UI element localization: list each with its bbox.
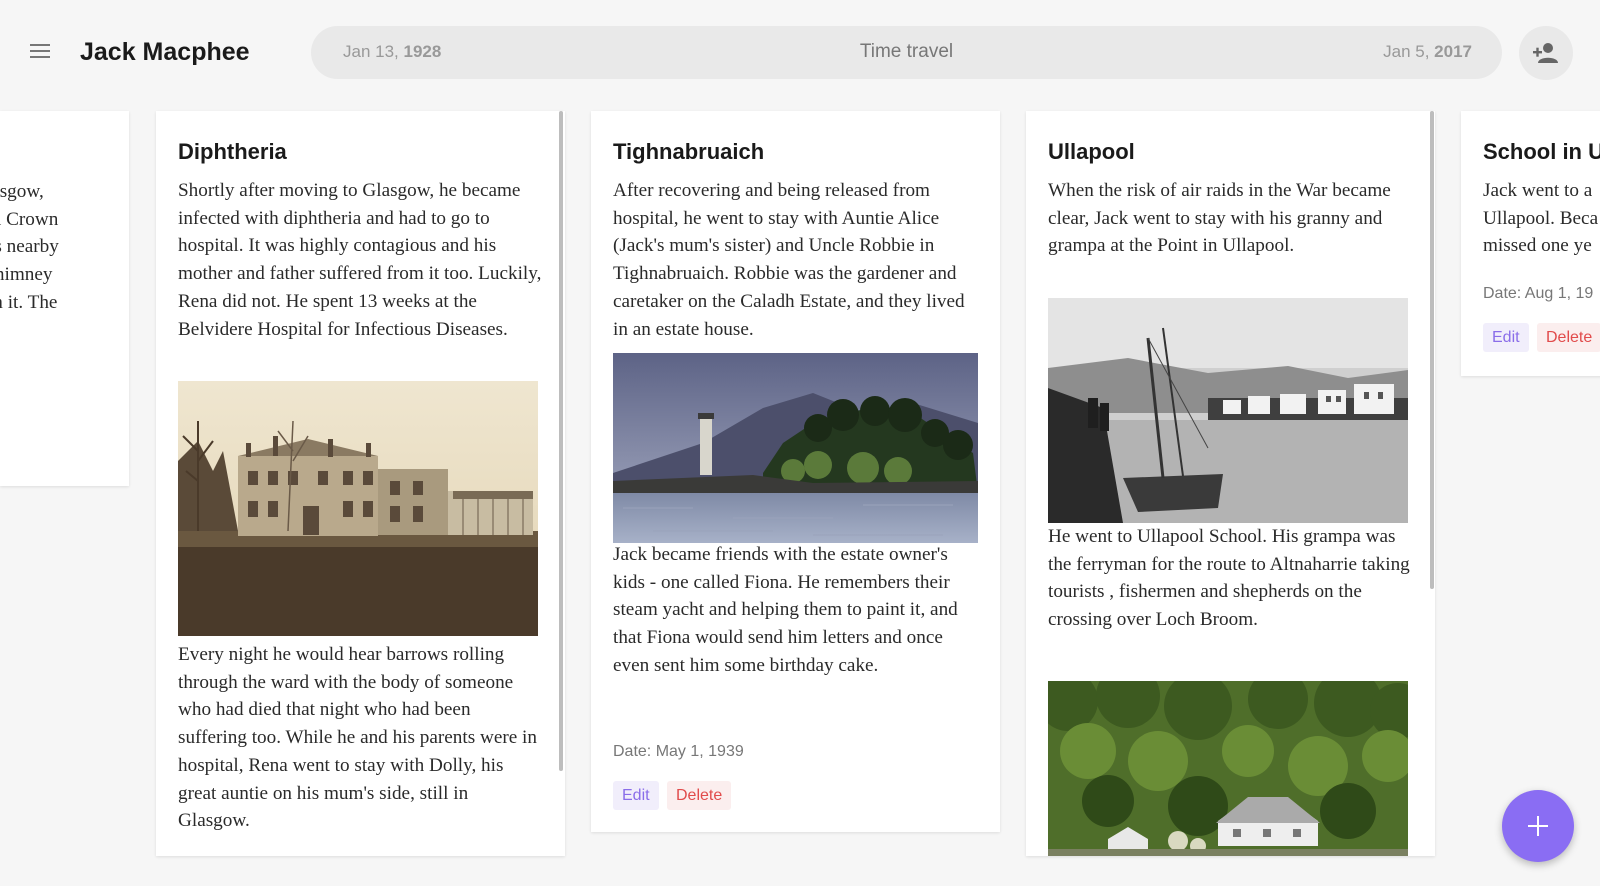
delete-button[interactable]: Delete — [1537, 323, 1600, 352]
edit-button[interactable]: Edit — [613, 781, 659, 810]
delete-button[interactable]: Delete — [667, 781, 732, 810]
card-school: School in U Jack went to a Ullapool. Bec… — [1461, 111, 1600, 376]
card-paragraph: When the risk of air raids in the War be… — [1048, 180, 1391, 257]
top-bar: Jack Macphee Jan 13, 1928 Time travel Ja… — [0, 0, 1600, 108]
end-day: Jan 5, — [1383, 42, 1430, 61]
add-user-icon — [1533, 43, 1558, 63]
end-year: 2017 — [1434, 42, 1472, 61]
text-line: was nearby — [0, 236, 59, 258]
card-ullapool: Ullapool When the risk of air raids in t… — [1026, 111, 1435, 856]
house-trees-image — [1048, 681, 1408, 856]
hospital-image — [178, 381, 538, 636]
card-title: Ullapool — [1048, 139, 1135, 164]
app-title: Jack Macphee — [80, 38, 250, 66]
text-line: Jack went to a — [1483, 180, 1593, 201]
card-tighnabruaich: Tighnabruaich After recovering and being… — [591, 111, 1000, 832]
scrollbar-thumb[interactable] — [559, 111, 563, 771]
text-line: missed one ye — [1483, 235, 1592, 257]
text-line: Glasgow, — [0, 181, 44, 202]
card-paragraph: Jack became friends with the estate owne… — [613, 544, 958, 676]
scrollbar-thumb[interactable] — [1430, 111, 1434, 589]
menu-icon[interactable] — [26, 40, 54, 66]
text-line: rom it. The — [0, 291, 58, 313]
text-line: g chimney — [0, 264, 53, 286]
card-previous: Glasgow, l on Crown was nearby g chimney… — [0, 111, 129, 486]
card-previous-text: Glasgow, l on Crown was nearby g chimney… — [0, 178, 59, 344]
text-line: me, — [0, 317, 59, 345]
timeline-end-date[interactable]: Jan 5, 2017 — [1383, 42, 1472, 62]
text-line: Ullapool. Beca — [1483, 207, 1599, 229]
card-paragraph: Shortly after moving to Glasgow, he beca… — [178, 180, 542, 340]
edit-button[interactable]: Edit — [1483, 323, 1529, 352]
card-diphtheria: Diphtheria Shortly after moving to Glasg… — [156, 111, 565, 856]
time-travel-label: Time travel — [859, 41, 954, 62]
card-date: Date: Aug 1, 19 — [1483, 285, 1594, 302]
card-title: Tighnabruaich — [613, 139, 765, 164]
card-paragraph: Jack went to a Ullapool. Beca missed one… — [1483, 177, 1598, 260]
card-paragraph: Every night he would hear barrows rollin… — [178, 644, 537, 832]
loch-image — [613, 353, 978, 543]
add-event-button[interactable] — [1502, 790, 1574, 862]
add-user-button[interactable] — [1519, 26, 1573, 80]
harbour-image — [1048, 298, 1408, 523]
time-travel-bar[interactable]: Jan 13, 1928 Time travel Jan 5, 2017 — [311, 26, 1502, 79]
card-title: School in U — [1483, 139, 1600, 164]
card-paragraph: He went to Ullapool School. His grampa w… — [1048, 526, 1410, 631]
card-title: Diphtheria — [178, 139, 287, 164]
text-line: l on Crown — [0, 208, 59, 230]
card-date: Date: May 1, 1939 — [613, 743, 744, 760]
card-paragraph: After recovering and being released from… — [613, 180, 965, 340]
